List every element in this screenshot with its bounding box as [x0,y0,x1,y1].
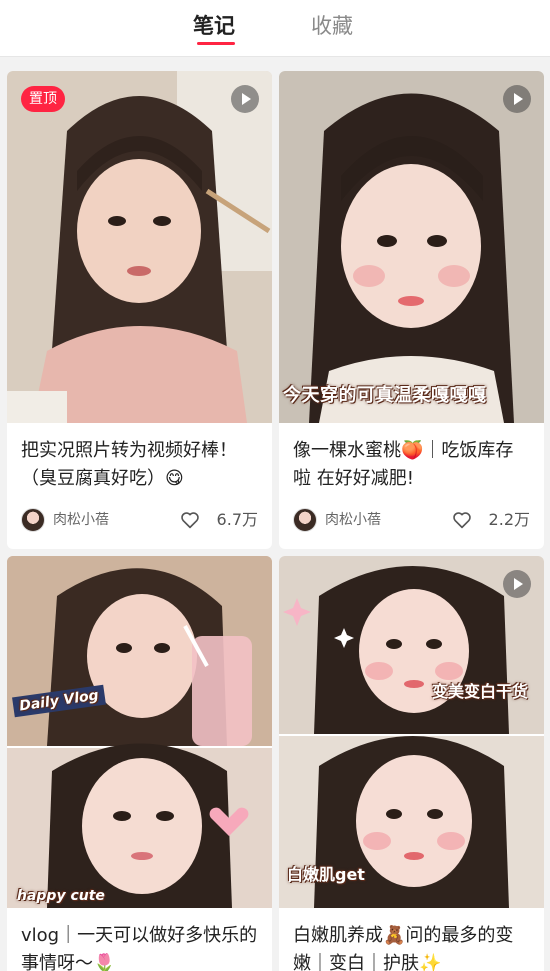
cover-photo [279,71,544,423]
heart-icon[interactable] [180,511,200,529]
note-card[interactable]: Daily Vlog happy cute vlog｜一天可以做好多快乐的事情呀… [7,556,272,971]
author-avatar[interactable] [293,508,317,532]
active-tab-indicator [197,42,235,45]
cover-caption: 今天穿的可真温柔嘎嘎嘎 [283,385,487,406]
note-cover-image[interactable]: 置顶 [7,71,272,423]
note-card[interactable]: 变美变白干货 白嫩肌get 白嫩肌养成🧸问的最多的变嫩｜变白｜护肤✨ [279,556,544,971]
note-title[interactable]: 白嫩肌养成🧸问的最多的变嫩｜变白｜护肤✨ [279,908,544,971]
note-card[interactable]: 置顶 把实况照片转为视频好棒！（臭豆腐真好吃）😋 肉松小蓓 6.7万 [7,71,272,549]
tab-collections[interactable]: 收藏 [311,12,353,40]
cover-photo [7,556,272,908]
author-avatar[interactable] [21,508,45,532]
author-name[interactable]: 肉松小蓓 [325,509,381,531]
note-cover-image[interactable]: 变美变白干货 白嫩肌get [279,556,544,908]
note-cover-image[interactable]: Daily Vlog happy cute [7,556,272,908]
note-cover-image[interactable]: 今天穿的可真温柔嘎嘎嘎 [279,71,544,423]
cover-caption: happy cute [17,888,105,904]
cover-caption: 变美变白干货 [431,682,528,701]
top-tab-bar: 笔记 收藏 [0,0,550,57]
video-play-icon [503,570,531,598]
tab-notes[interactable]: 笔记 [193,12,235,40]
note-title[interactable]: vlog｜一天可以做好多快乐的事情呀～🌷 [7,908,272,971]
cover-photo [7,71,272,423]
video-play-icon [503,85,531,113]
cover-caption: 白嫩肌get [287,865,365,884]
author-name[interactable]: 肉松小蓓 [53,509,109,531]
note-title[interactable]: 像一棵水蜜桃🍑｜吃饭库存啦 在好好减肥! [279,423,544,501]
note-meta: 肉松小蓓 2.2万 [293,507,530,533]
note-title[interactable]: 把实况照片转为视频好棒！（臭豆腐真好吃）😋 [7,423,272,501]
like-count: 2.2万 [488,510,530,529]
like-count: 6.7万 [216,510,258,529]
note-card[interactable]: 今天穿的可真温柔嘎嘎嘎 像一棵水蜜桃🍑｜吃饭库存啦 在好好减肥! 肉松小蓓 2.… [279,71,544,549]
note-meta: 肉松小蓓 6.7万 [21,507,258,533]
cover-photo [279,556,544,908]
pinned-badge: 置顶 [21,86,65,112]
heart-icon[interactable] [452,511,472,529]
video-play-icon [231,85,259,113]
